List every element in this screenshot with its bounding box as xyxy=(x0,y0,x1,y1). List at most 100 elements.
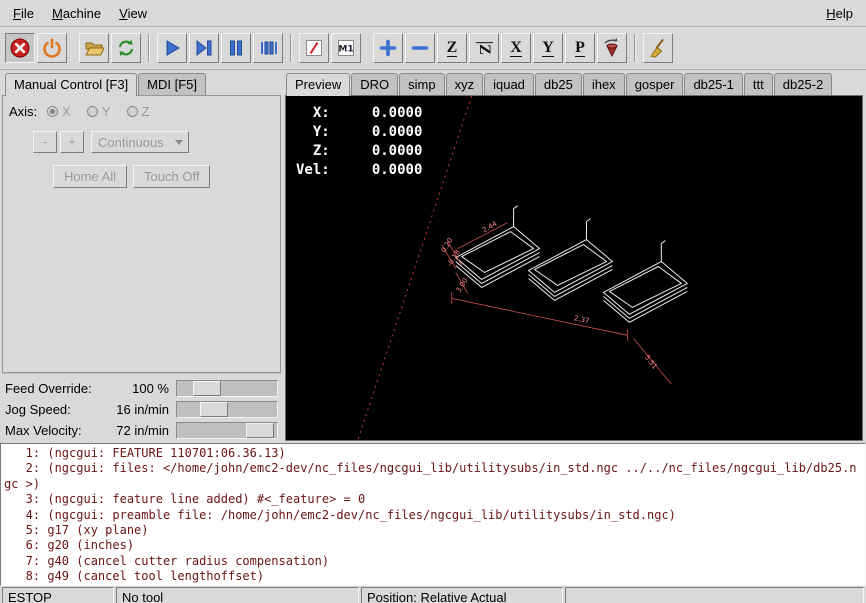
tab[interactable]: simp xyxy=(399,73,444,95)
slider-thumb[interactable] xyxy=(200,402,228,417)
dro-axis-value: 0.0000 xyxy=(330,161,423,180)
tab[interactable]: ttt xyxy=(744,73,773,95)
tab[interactable]: db25 xyxy=(535,73,582,95)
dro-axis-value: 0.0000 xyxy=(330,104,423,123)
dro-row: Vel: 0.0000 xyxy=(296,161,422,180)
gcode-line[interactable]: 8: g49 (cancel tool lengthoffset) xyxy=(4,569,862,584)
dro-readout: X: 0.0000 Y: 0.0000 Z: 0.0000 xyxy=(296,104,422,180)
jog-mode-dropdown[interactable]: Continuous xyxy=(91,131,189,153)
block-delete-button[interactable] xyxy=(299,33,329,63)
slider-trough[interactable] xyxy=(176,380,278,397)
machine-power-button[interactable] xyxy=(37,33,67,63)
tab[interactable]: db25-2 xyxy=(774,73,832,95)
tab[interactable]: gosper xyxy=(626,73,684,95)
step-button[interactable] xyxy=(189,33,219,63)
home-all-button[interactable]: Home All xyxy=(53,165,127,188)
view-z-rotated-icon: Z xyxy=(475,42,492,55)
gcode-listing[interactable]: 1: (ngcgui: FEATURE 110701:06.36.13) 2: … xyxy=(0,443,866,586)
tab[interactable]: xyz xyxy=(446,73,484,95)
dro-axis-value: 0.0000 xyxy=(330,142,423,161)
menu-item[interactable]: Machine xyxy=(43,2,110,25)
jog-plus-button[interactable]: + xyxy=(60,131,84,153)
tab[interactable]: iquad xyxy=(484,73,534,95)
view-x-button[interactable]: X xyxy=(501,33,531,63)
menu-items: FileMachineView xyxy=(4,2,156,25)
dro-row: X: 0.0000 xyxy=(296,104,422,123)
view-y-button[interactable]: Y xyxy=(533,33,563,63)
optional-stop-icon: M1 xyxy=(335,37,357,59)
left-tabs: Manual Control [F3]MDI [F5] xyxy=(2,72,281,95)
gcode-line[interactable]: 1: (ngcgui: FEATURE 110701:06.36.13) xyxy=(4,446,862,461)
dro-axis-label: Vel: xyxy=(296,161,330,180)
clear-plot-button[interactable] xyxy=(643,33,673,63)
svg-text:M1: M1 xyxy=(338,45,353,55)
dro-axis-label: Y: xyxy=(296,123,330,142)
tab[interactable]: MDI [F5] xyxy=(138,73,206,95)
open-folder-icon xyxy=(83,37,105,59)
control-panel: Manual Control [F3]MDI [F5] Axis: X xyxy=(0,70,283,443)
step-icon xyxy=(193,37,215,59)
preview-panel: PreviewDROsimpxyziquaddb25ihexgosperdb25… xyxy=(283,70,866,443)
stop-icon xyxy=(257,37,279,59)
menu-item[interactable]: View xyxy=(110,2,156,25)
block-delete-icon xyxy=(303,37,325,59)
radio-icon xyxy=(47,106,58,117)
axis-label: Axis: xyxy=(9,104,37,119)
view-z-rotated-button[interactable]: Z xyxy=(469,33,499,63)
slider-label: Jog Speed: xyxy=(5,402,71,417)
slider-row: Jog Speed: 16 in/min xyxy=(2,399,281,420)
status-tool: No tool xyxy=(116,587,359,603)
pause-icon xyxy=(225,37,247,59)
dro-row: Z: 0.0000 xyxy=(296,142,422,161)
open-file-button[interactable] xyxy=(79,33,109,63)
dro-row: Y: 0.0000 xyxy=(296,123,422,142)
dro-axis-value: 0.0000 xyxy=(330,123,423,142)
view-p-button[interactable]: P xyxy=(565,33,595,63)
axis-radio[interactable]: X xyxy=(47,104,71,119)
chevron-down-icon xyxy=(175,140,183,145)
tab[interactable]: Preview xyxy=(286,73,350,96)
zoom-in-button[interactable] xyxy=(373,33,403,63)
run-button[interactable] xyxy=(157,33,187,63)
gcode-line[interactable]: gc >) xyxy=(4,477,862,492)
run-icon xyxy=(161,37,183,59)
zoom-out-button[interactable] xyxy=(405,33,435,63)
preview-canvas[interactable]: X: 0.0000 Y: 0.0000 Z: 0.0000 xyxy=(285,95,863,441)
gcode-line[interactable]: 4: (ngcgui: preamble file: /home/john/em… xyxy=(4,508,862,523)
tab[interactable]: Manual Control [F3] xyxy=(5,73,137,96)
slider-panel: Feed Override: 100 % Jog Speed: 16 in/mi… xyxy=(2,373,281,443)
slider-value: 72 in/min xyxy=(97,423,176,438)
optional-stop-button[interactable]: M1 xyxy=(331,33,361,63)
gcode-line[interactable]: 3: (ngcgui: feature line added) #<_featu… xyxy=(4,492,862,507)
view-z-button[interactable]: Z xyxy=(437,33,467,63)
gcode-line[interactable]: 6: g20 (inches) xyxy=(4,538,862,553)
menu-item[interactable]: File xyxy=(4,2,43,25)
status-bar: ESTOP No tool Position: Relative Actual xyxy=(0,586,866,603)
radio-icon xyxy=(87,106,98,117)
slider-trough[interactable] xyxy=(176,401,278,418)
rotate-view-button[interactable] xyxy=(597,33,627,63)
jog-minus-button[interactable]: - xyxy=(33,131,57,153)
slider-thumb[interactable] xyxy=(246,423,274,438)
radio-icon xyxy=(127,106,138,117)
touch-off-button[interactable]: Touch Off xyxy=(133,165,210,188)
slider-value: 16 in/min xyxy=(97,402,176,417)
tab[interactable]: ihex xyxy=(583,73,625,95)
estop-button[interactable] xyxy=(5,33,35,63)
reload-button[interactable] xyxy=(111,33,141,63)
gcode-line[interactable]: 5: g17 (xy plane) xyxy=(4,523,862,538)
axis-radio[interactable]: Z xyxy=(127,104,150,119)
pause-button[interactable] xyxy=(221,33,251,63)
tab[interactable]: db25-1 xyxy=(684,73,742,95)
toolbar-separator xyxy=(290,34,292,62)
slider-thumb[interactable] xyxy=(193,381,221,396)
slider-trough[interactable] xyxy=(176,422,278,439)
gcode-line[interactable]: 2: (ngcgui: files: </home/john/emc2-dev/… xyxy=(4,461,862,476)
tab[interactable]: DRO xyxy=(351,73,398,95)
gcode-line[interactable]: 7: g40 (cancel cutter radius compensatio… xyxy=(4,554,862,569)
main-area: Manual Control [F3]MDI [F5] Axis: X xyxy=(0,70,866,443)
axis-radio[interactable]: Y xyxy=(87,104,111,119)
menu-item-help[interactable]: Help xyxy=(817,2,862,25)
zoom-out-icon xyxy=(409,37,431,59)
stop-button[interactable] xyxy=(253,33,283,63)
